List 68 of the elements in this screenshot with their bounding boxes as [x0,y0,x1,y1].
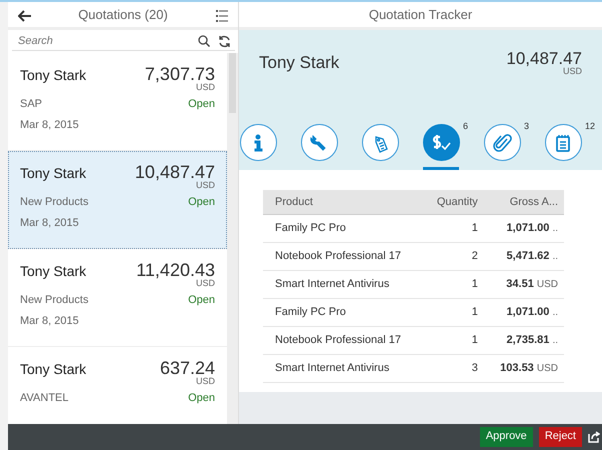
column-header[interactable]: Quantity [422,190,484,214]
column-header[interactable]: Product [263,190,422,214]
quotation-item[interactable]: Tony Stark 637.24 USD AVANTEL Open [8,347,227,424]
table-cell: 103.53 USD [484,354,564,382]
back-icon[interactable] [18,10,32,22]
search-field[interactable]: Search [12,32,198,50]
sort-icon[interactable] [216,10,228,22]
table-cell: 1 [422,214,484,242]
share-icon[interactable] [588,431,600,443]
category-label: SAP [20,97,42,112]
table-cell: 1 [422,326,484,354]
table-cell: 1 [422,298,484,326]
amount: 11,420.43 [136,261,215,279]
amount: 637.24 [160,359,215,377]
notepad-icon [553,132,573,152]
customer-name: Tony Stark [259,52,340,74]
quotation-item[interactable]: Tony Stark 7,307.73 USD SAP Open Mar 8, 2015 [8,53,227,151]
currency-label: USD [196,279,215,288]
date-label: Mar 8, 2015 [20,314,80,328]
list-title: Quotations (20) [78,6,168,24]
date-label: Mar 8, 2015 [20,216,80,230]
amount: 7,307.73 [144,65,215,83]
currency-label: USD [562,67,582,76]
category-label: New Products [20,195,88,210]
column-header[interactable]: Gross A... [484,190,564,214]
table-cell: 5,471.62 .. [484,242,564,270]
table-cell: 3 [422,354,484,382]
table-cell: Notebook Professional 17 [263,242,422,270]
status-label: Open [188,293,215,308]
page-title: Quotation Tracker [368,6,472,24]
quotation-item[interactable]: Tony Stark 10,487.47 USD New Products Open Mar 8, 2015 [8,151,227,249]
total-amount: 10,487.47 [506,50,582,67]
count-label: 12 [585,120,596,133]
currency-label: USD [194,377,215,386]
category-label: AVANTEL [20,391,68,406]
scrollbar[interactable] [227,53,238,424]
customer-name: Tony Stark [20,66,86,85]
reject-button[interactable]: Reject [538,427,582,447]
table-cell: Smart Internet Antivirus [263,270,422,298]
status-label: Open [188,97,215,112]
table-cell: 1,071.00 .. [484,298,564,326]
date-label: Mar 8, 2015 [20,118,80,132]
customer-name: Tony Stark [20,262,86,281]
status-label: Open [188,391,215,406]
table-cell: Family PC Pro [263,298,422,326]
customer-name: Tony Stark [20,360,86,379]
table-cell: 2,735.81 .. [484,326,564,354]
count-label: 3 [524,120,530,133]
approve-button[interactable]: Approve [480,427,533,447]
quotation-item[interactable]: Tony Stark 11,420.43 USD New Products Open Mar 8, 2015 [8,249,227,347]
table-cell: Notebook Professional 17 [263,326,422,354]
table-cell: 34.51 USD [484,270,564,298]
count-label: 6 [463,120,468,133]
status-label: Open [188,195,215,210]
customer-name: Tony Stark [20,164,86,183]
refresh-icon[interactable] [218,34,231,48]
search-icon[interactable] [198,35,210,47]
table-cell: Smart Internet Antivirus [263,354,422,382]
paperclip-icon [492,132,512,152]
dollar-check-icon [431,132,451,152]
table-cell: 2 [422,242,484,270]
amount: 10,487.47 [134,163,215,181]
table-cell: 1 [422,270,484,298]
table-cell: 1,071.00 .. [484,214,564,242]
currency-label: USD [196,181,215,190]
currency-label: USD [196,83,215,92]
table-cell: Family PC Pro [263,214,422,242]
category-label: New Products [20,293,88,308]
